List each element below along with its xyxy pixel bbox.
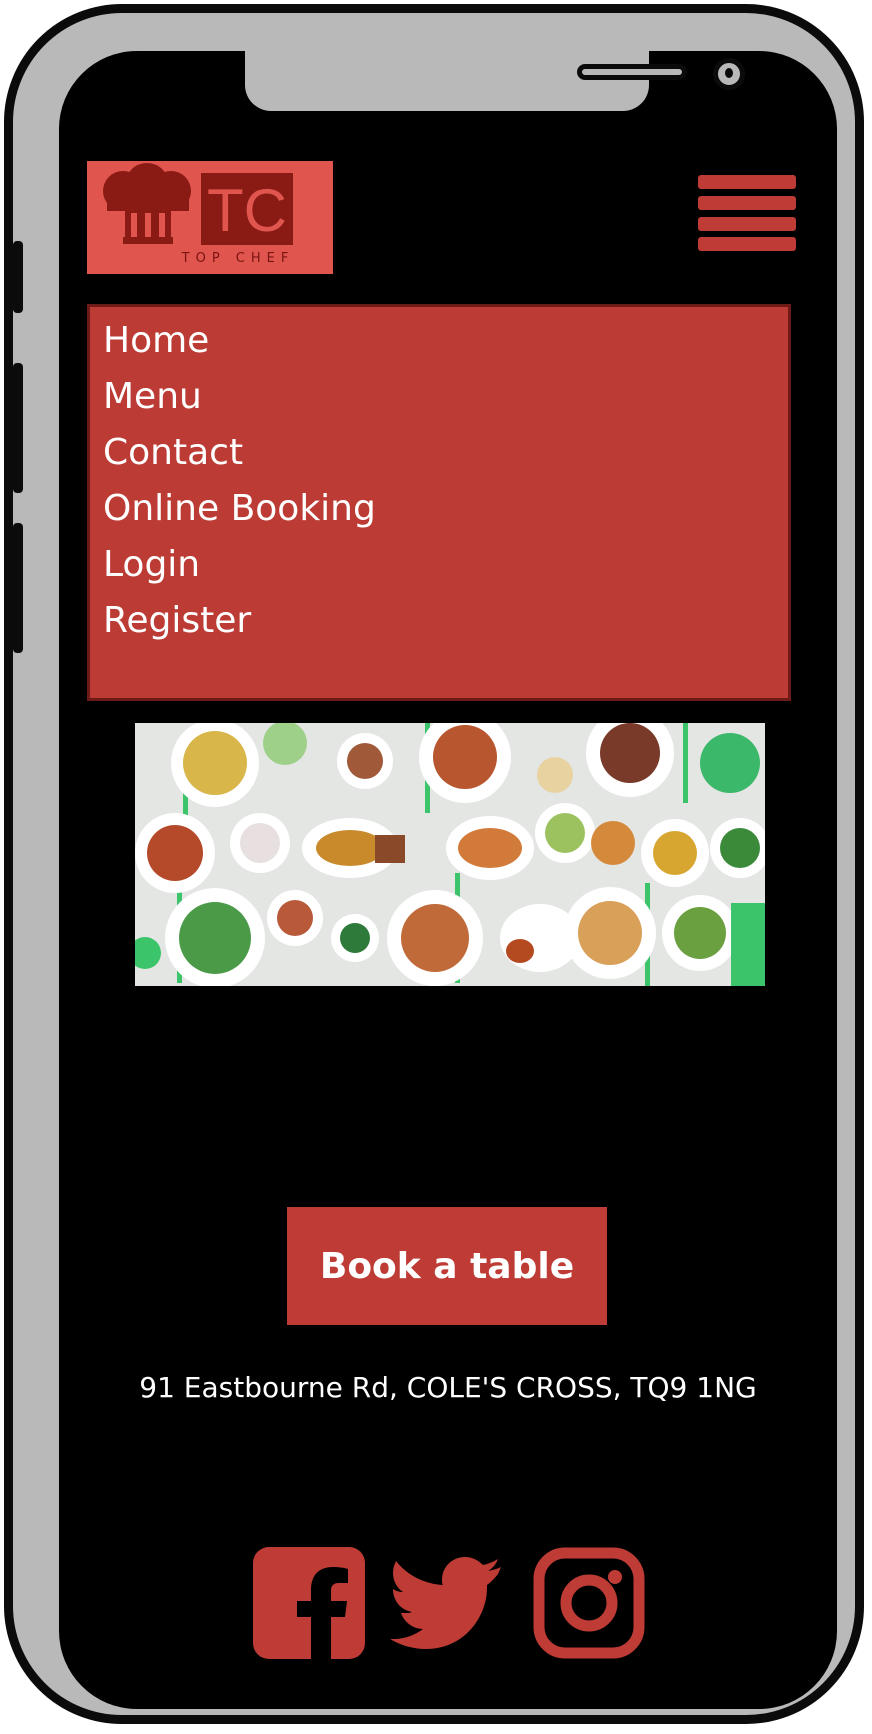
phone-notch (245, 51, 745, 111)
instagram-link[interactable] (533, 1547, 645, 1659)
hamburger-icon (698, 237, 796, 251)
side-button (13, 241, 23, 313)
side-button (13, 523, 23, 653)
nav-item-online-booking[interactable]: Online Booking (103, 481, 788, 537)
speaker-grille (577, 64, 687, 80)
food-spread-image (135, 723, 765, 986)
book-a-table-button[interactable]: Book a table (287, 1207, 607, 1325)
hamburger-menu-button[interactable] (698, 175, 796, 253)
front-camera (713, 58, 745, 90)
hamburger-icon (698, 196, 796, 210)
hamburger-icon (698, 217, 796, 231)
nav-item-register[interactable]: Register (103, 593, 788, 649)
logo-monogram: TC (207, 177, 287, 244)
nav-item-home[interactable]: Home (103, 313, 788, 369)
phone-frame: TC TOP CHEF Home Menu Contact Online Boo… (4, 4, 864, 1724)
nav-item-contact[interactable]: Contact (103, 425, 788, 481)
facebook-link[interactable] (253, 1547, 365, 1659)
address-text: 91 Eastbourne Rd, COLE'S CROSS, TQ9 1NG (139, 1371, 757, 1404)
logo-tagline: TOP CHEF (181, 251, 295, 266)
side-button (13, 363, 23, 493)
hamburger-icon (698, 175, 796, 189)
instagram-icon (533, 1547, 645, 1659)
twitter-icon (391, 1557, 501, 1649)
nav-menu: Home Menu Contact Online Booking Login R… (87, 304, 791, 701)
phone-screen: TC TOP CHEF Home Menu Contact Online Boo… (59, 51, 837, 1709)
nav-item-login[interactable]: Login (103, 537, 788, 593)
site-logo[interactable]: TC TOP CHEF (87, 161, 333, 274)
facebook-icon (253, 1547, 365, 1659)
nav-item-menu[interactable]: Menu (103, 369, 788, 425)
twitter-link[interactable] (391, 1547, 503, 1659)
